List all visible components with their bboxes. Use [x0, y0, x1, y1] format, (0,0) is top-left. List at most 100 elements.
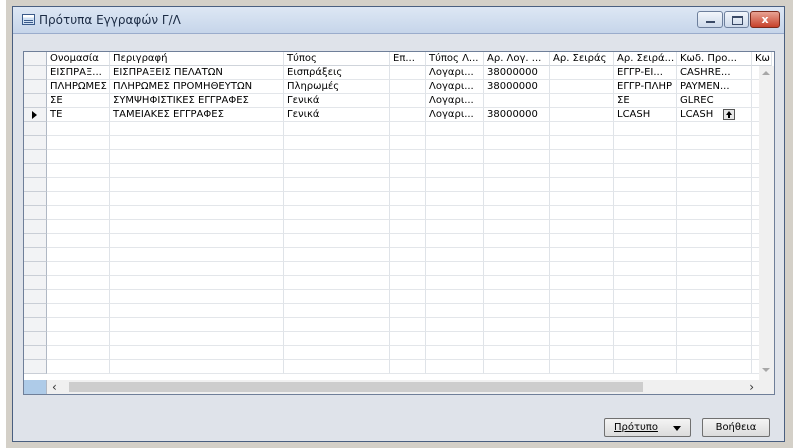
table-cell[interactable]	[614, 122, 677, 136]
table-row[interactable]	[24, 304, 772, 318]
table-cell[interactable]	[390, 220, 426, 234]
table-cell[interactable]: ΕΙΣΠΡΑΞΕΙΣ ΠΕΛΑΤΩΝ	[110, 66, 284, 80]
table-cell[interactable]	[550, 234, 614, 248]
horizontal-scroll-thumb[interactable]	[69, 382, 643, 392]
table-cell[interactable]	[284, 360, 390, 374]
table-cell[interactable]	[390, 122, 426, 136]
table-cell[interactable]	[110, 150, 284, 164]
table-row[interactable]: ΕΙΣΠΡΑΞ... ΕΙΣΠΡΑΞΕΙΣ ΠΕΛΑΤΩΝ Εισπράξεις Λο…	[24, 66, 772, 80]
table-cell[interactable]	[110, 164, 284, 178]
table-cell[interactable]	[550, 108, 614, 122]
table-cell[interactable]	[390, 262, 426, 276]
table-cell[interactable]: Λογαρι...	[426, 80, 484, 94]
table-cell[interactable]	[110, 318, 284, 332]
table-cell[interactable]	[110, 304, 284, 318]
table-cell[interactable]	[426, 192, 484, 206]
table-cell[interactable]	[284, 304, 390, 318]
table-row[interactable]	[24, 248, 772, 262]
table-cell[interactable]	[284, 346, 390, 360]
table-cell[interactable]	[614, 318, 677, 332]
table-cell[interactable]	[614, 276, 677, 290]
table-cell[interactable]	[484, 248, 550, 262]
column-header[interactable]: Τύπος	[284, 52, 390, 66]
table-cell[interactable]	[426, 346, 484, 360]
table-cell[interactable]	[550, 66, 614, 80]
column-header[interactable]: Επ...	[390, 52, 426, 66]
table-cell[interactable]: ΣΥΜΨΗΦΙΣΤΙΚΕΣ ΕΓΓΡΑΦΕΣ	[110, 94, 284, 108]
table-cell[interactable]: ΠΛΗΡΩΜΕΣ	[47, 80, 110, 94]
table-cell[interactable]	[550, 318, 614, 332]
table-cell[interactable]	[614, 136, 677, 150]
table-cell[interactable]	[426, 248, 484, 262]
table-cell[interactable]	[284, 150, 390, 164]
table-cell[interactable]	[284, 178, 390, 192]
row-selector[interactable]	[24, 360, 47, 374]
table-cell[interactable]: PAYMEN...	[677, 80, 752, 94]
table-cell[interactable]	[677, 318, 752, 332]
column-header[interactable]: Κω	[752, 52, 772, 66]
table-cell[interactable]: ΤΑΜΕΙΑΚΕΣ ΕΓΓΡΑΦΕΣ	[110, 108, 284, 122]
table-row[interactable]	[24, 262, 772, 276]
table-cell[interactable]	[426, 318, 484, 332]
table-cell[interactable]: Πληρωμές	[284, 80, 390, 94]
table-cell[interactable]	[484, 122, 550, 136]
close-button[interactable]: x	[750, 11, 780, 28]
table-cell[interactable]	[550, 248, 614, 262]
row-selector[interactable]	[24, 206, 47, 220]
table-cell[interactable]: Λογαρι...	[426, 108, 484, 122]
table-cell[interactable]	[390, 360, 426, 374]
table-cell[interactable]	[484, 192, 550, 206]
table-row[interactable]	[24, 332, 772, 346]
table-cell[interactable]	[47, 290, 110, 304]
row-selector[interactable]	[24, 262, 47, 276]
table-cell[interactable]	[614, 360, 677, 374]
table-cell[interactable]	[390, 66, 426, 80]
table-cell[interactable]: CASHRE...	[677, 66, 752, 80]
table-cell[interactable]	[426, 206, 484, 220]
table-cell[interactable]	[677, 206, 752, 220]
scroll-down-icon[interactable]	[762, 368, 770, 372]
table-cell[interactable]	[426, 122, 484, 136]
table-cell[interactable]	[484, 332, 550, 346]
table-cell[interactable]	[677, 164, 752, 178]
table-cell[interactable]	[550, 346, 614, 360]
table-cell[interactable]	[284, 234, 390, 248]
table-cell[interactable]	[390, 94, 426, 108]
table-row[interactable]	[24, 318, 772, 332]
table-cell[interactable]	[390, 276, 426, 290]
table-cell[interactable]: 38000000	[484, 66, 550, 80]
row-selector[interactable]	[24, 80, 47, 94]
table-cell[interactable]	[390, 178, 426, 192]
table-cell[interactable]	[47, 304, 110, 318]
table-row[interactable]	[24, 234, 772, 248]
scroll-up-icon[interactable]	[762, 71, 770, 75]
table-cell[interactable]	[484, 136, 550, 150]
table-cell[interactable]	[426, 332, 484, 346]
table-cell[interactable]	[550, 220, 614, 234]
row-selector[interactable]	[24, 276, 47, 290]
table-cell[interactable]	[484, 346, 550, 360]
templates-grid[interactable]: ΤΕ ΤΑΜΕΙΑΚΕΣ ΕΓΓΡΑΦΕΣ Γενικά Λογαρι... 38000…	[23, 51, 775, 395]
table-cell[interactable]	[110, 178, 284, 192]
table-cell[interactable]	[677, 360, 752, 374]
row-selector[interactable]	[24, 248, 47, 262]
table-cell[interactable]	[110, 276, 284, 290]
row-selector[interactable]	[24, 136, 47, 150]
table-row[interactable]	[24, 206, 772, 220]
table-cell[interactable]: 38000000	[484, 108, 550, 122]
table-cell[interactable]	[110, 192, 284, 206]
table-cell[interactable]	[614, 220, 677, 234]
table-cell[interactable]	[284, 192, 390, 206]
table-cell[interactable]	[390, 332, 426, 346]
table-cell[interactable]	[614, 206, 677, 220]
table-cell[interactable]	[284, 290, 390, 304]
table-cell[interactable]	[550, 150, 614, 164]
table-cell[interactable]: LCASH	[614, 108, 677, 122]
table-row[interactable]	[24, 150, 772, 164]
row-selector[interactable]	[24, 192, 47, 206]
table-cell[interactable]: ΣΕ	[47, 94, 110, 108]
table-cell[interactable]	[550, 136, 614, 150]
table-cell[interactable]	[390, 192, 426, 206]
table-cell[interactable]	[47, 332, 110, 346]
table-cell[interactable]	[47, 318, 110, 332]
